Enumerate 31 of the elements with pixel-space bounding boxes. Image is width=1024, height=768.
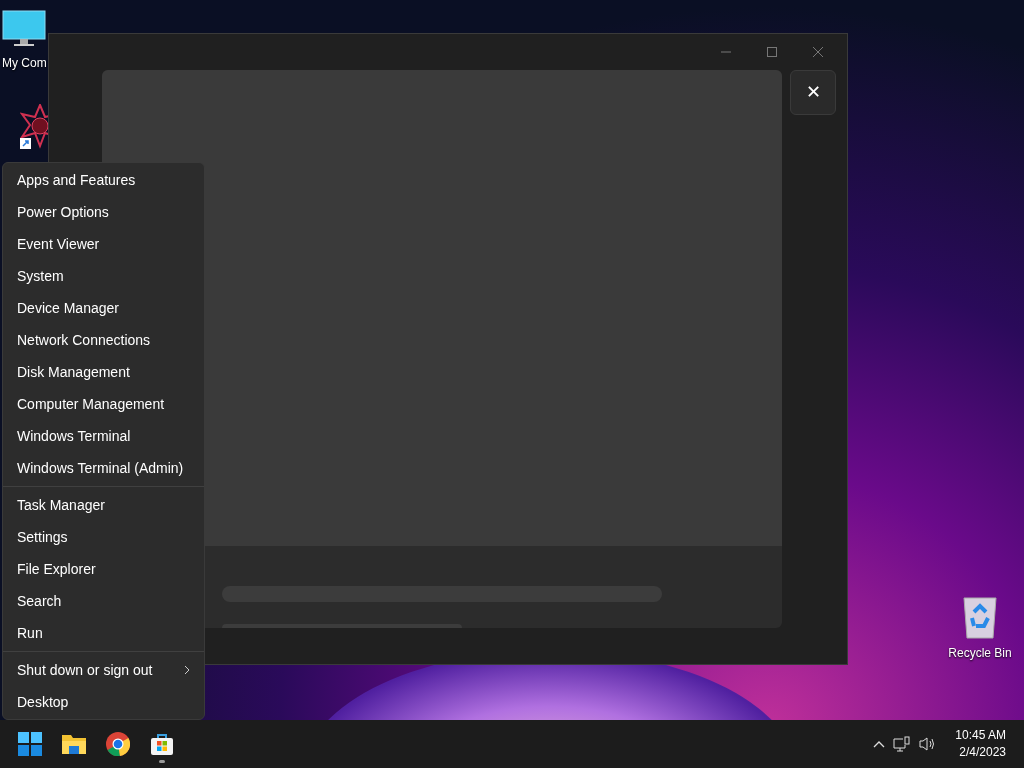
menu-item[interactable]: Task Manager — [4, 489, 203, 521]
close-icon — [813, 47, 823, 57]
menu-item[interactable]: Settings — [4, 521, 203, 553]
menu-item[interactable]: Windows Terminal (Admin) — [4, 452, 203, 484]
menu-item[interactable]: File Explorer — [4, 553, 203, 585]
clock-time[interactable]: 10:45 AM — [955, 727, 1006, 744]
menu-item[interactable]: Computer Management — [4, 388, 203, 420]
desktop-icon-label[interactable]: My Com — [2, 54, 47, 72]
chevron-up-icon[interactable] — [873, 740, 886, 748]
menu-item[interactable]: Device Manager — [4, 292, 203, 324]
desktop-icon-label[interactable]: Recycle Bin — [948, 644, 1012, 662]
menu-item[interactable]: Desktop — [4, 686, 203, 718]
menu-item[interactable]: Apps and Features — [4, 164, 203, 196]
browser-icon — [106, 732, 130, 756]
menu-item[interactable]: Search — [4, 585, 203, 617]
maximize-icon — [767, 47, 777, 57]
menu-item[interactable]: Power Options — [4, 196, 203, 228]
menu-item[interactable]: Run — [4, 617, 203, 649]
windows-logo-icon — [18, 732, 42, 756]
clock-date[interactable]: 2/4/2023 — [959, 744, 1006, 761]
network-icon[interactable] — [893, 736, 912, 752]
menu-item[interactable]: Shut down or sign out — [4, 654, 203, 686]
dialog-close-button[interactable]: ✕ — [790, 70, 836, 115]
menu-item[interactable]: Disk Management — [4, 356, 203, 388]
recycle-bin-icon — [962, 596, 998, 640]
menu-item[interactable]: System — [4, 260, 203, 292]
menu-item[interactable]: Windows Terminal — [4, 420, 203, 452]
menu-item[interactable]: Network Connections — [4, 324, 203, 356]
folder-icon — [61, 733, 87, 755]
shopping-bag-icon — [150, 732, 174, 756]
menu-item[interactable]: Event Viewer — [4, 228, 203, 260]
